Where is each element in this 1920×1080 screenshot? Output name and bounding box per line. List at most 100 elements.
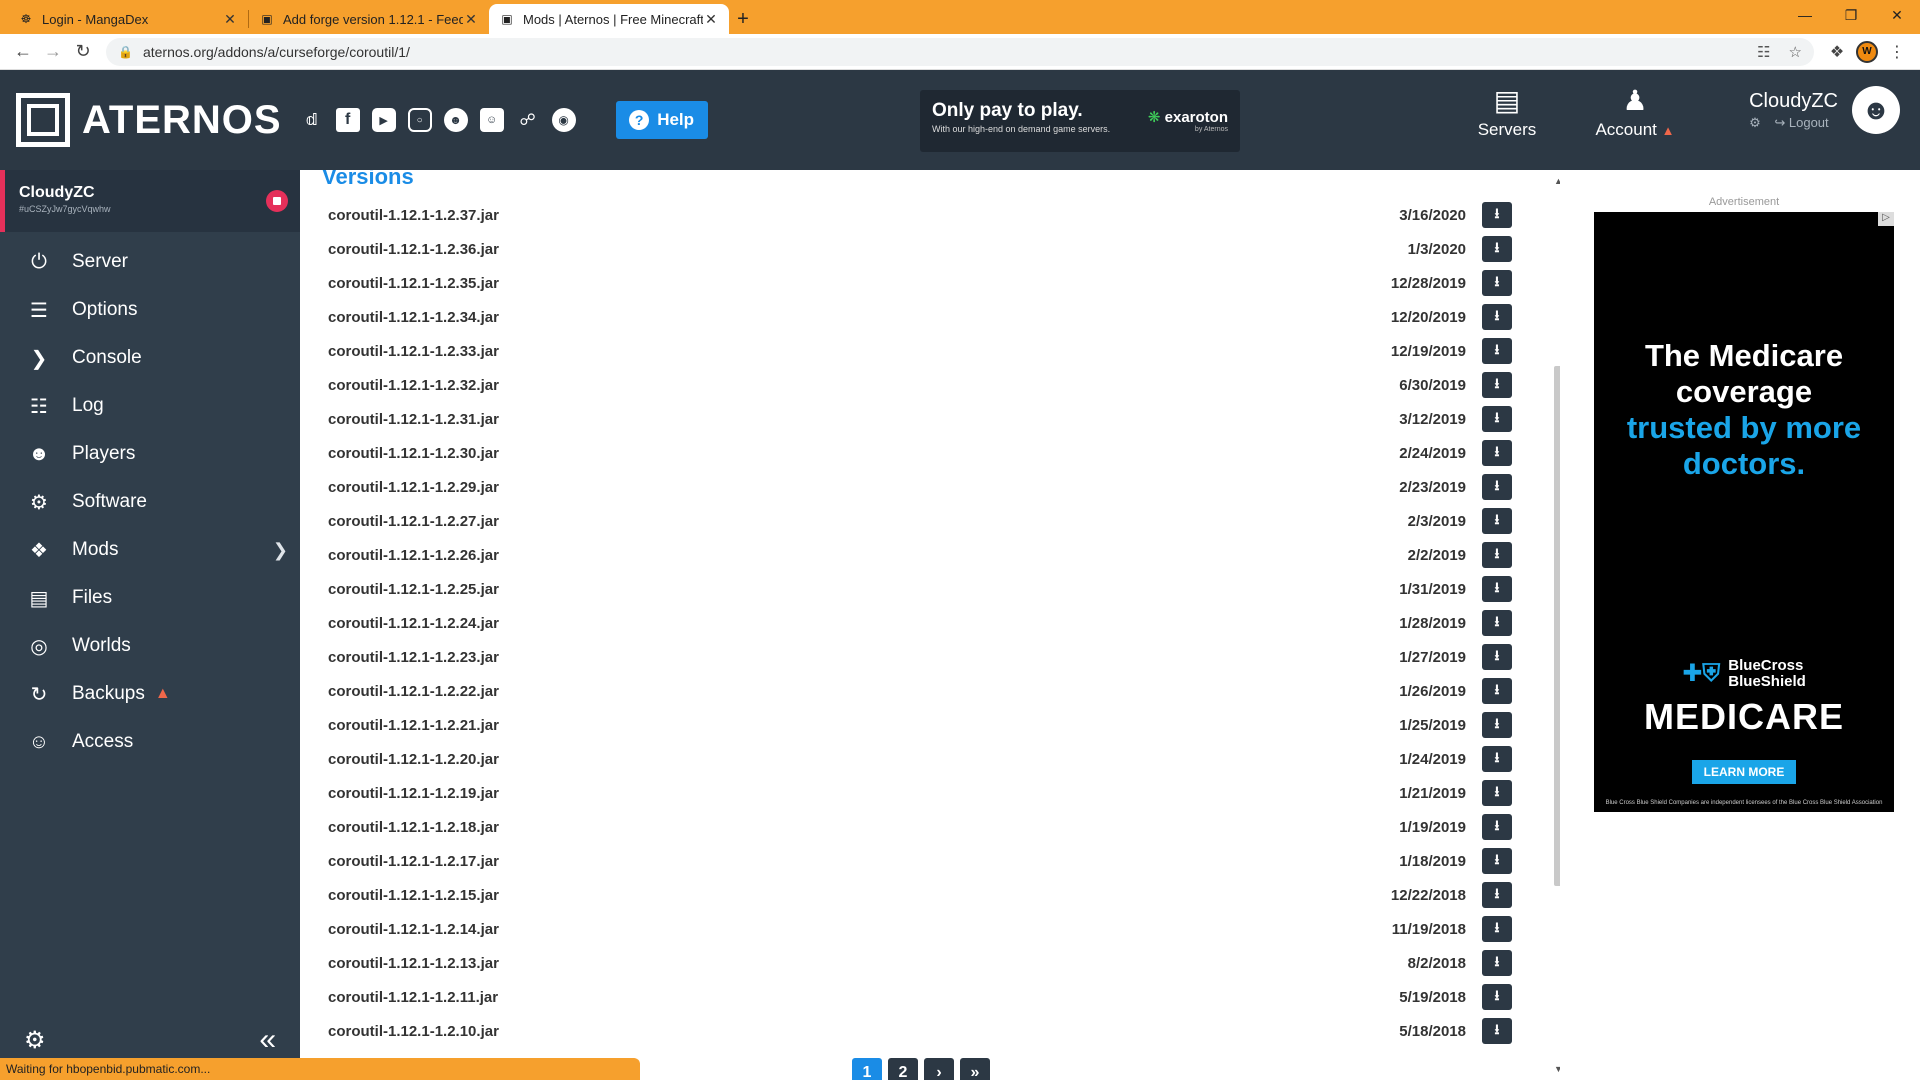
browser-tab[interactable]: ☸ Login - MangaDex ✕ xyxy=(8,4,248,34)
sidebar-item-backups[interactable]: ↻ Backups ▲ xyxy=(0,670,300,718)
forward-icon[interactable]: → xyxy=(38,37,68,67)
theme-settings-icon[interactable]: ⚙ xyxy=(24,1026,46,1055)
download-icon[interactable]: ⭳ xyxy=(1482,916,1512,942)
user-menu[interactable]: CloudyZC ⚙ ↪ Logout ☻ xyxy=(1749,86,1900,134)
help-button[interactable]: ? Help xyxy=(615,101,708,139)
sidebar-item-options[interactable]: ☰ Options xyxy=(0,286,300,334)
user-avatar-icon[interactable]: ☻ xyxy=(1852,86,1900,134)
close-window-icon[interactable]: ✕ xyxy=(1874,0,1920,30)
tab-close-icon[interactable]: ✕ xyxy=(222,11,238,28)
scrollbar-thumb[interactable] xyxy=(1554,366,1560,886)
download-icon[interactable]: ⭳ xyxy=(1482,814,1512,840)
scroll-down-icon[interactable]: ▼ xyxy=(1554,1064,1560,1074)
nav-account[interactable]: ♟ Account ▲ xyxy=(1590,80,1680,140)
sidebar-item-players[interactable]: ☻ Players xyxy=(0,430,300,478)
kebab-menu-icon[interactable]: ⋮ xyxy=(1882,37,1912,67)
server-name: CloudyZC xyxy=(19,184,95,201)
tab-title: Login - MangaDex xyxy=(42,11,149,27)
instagram-icon[interactable]: ○ xyxy=(407,108,432,132)
extensions-puzzle-icon[interactable]: ❖ xyxy=(1822,37,1852,67)
youtube-icon[interactable]: ▶ xyxy=(371,108,396,132)
download-icon[interactable]: ⭳ xyxy=(1482,236,1512,262)
download-icon[interactable]: ⭳ xyxy=(1482,712,1512,738)
sidebar-item-files[interactable]: ▤ Files xyxy=(0,574,300,622)
profile-avatar[interactable]: W xyxy=(1852,37,1882,67)
discord-icon[interactable]: ☺ xyxy=(479,108,504,132)
sidebar-item-label: Mods xyxy=(72,539,119,560)
server-card[interactable]: CloudyZC #uCSZyJw7gycVqwhw xyxy=(0,170,300,232)
browser-tab[interactable]: ▣ Mods | Aternos | Free Minecraft S ✕ xyxy=(489,4,729,34)
github-icon[interactable]: ◉ xyxy=(551,108,576,132)
facebook-icon[interactable]: f xyxy=(335,108,360,132)
history-icon: ↻ xyxy=(30,683,48,706)
adchoices-icon[interactable]: ▷ xyxy=(1878,212,1894,226)
download-icon[interactable]: ⭳ xyxy=(1482,780,1512,806)
tab-strip: ☸ Login - MangaDex ✕ ▣ Add forge version 1.1… xyxy=(0,4,729,34)
tab-close-icon[interactable]: ✕ xyxy=(463,11,479,28)
logo-text: ATERNOS xyxy=(82,97,282,142)
download-icon[interactable]: ⭳ xyxy=(1482,202,1512,228)
download-icon[interactable]: ⭳ xyxy=(1482,644,1512,670)
minimize-icon[interactable]: — xyxy=(1782,0,1828,30)
download-icon[interactable]: ⭳ xyxy=(1482,950,1512,976)
sidebar-item-console[interactable]: ❯ Console xyxy=(0,334,300,382)
scroll-up-icon[interactable]: ▲ xyxy=(1554,176,1560,186)
sidebar-item-server[interactable]: ⏻ Server xyxy=(0,238,300,286)
url-input[interactable]: 🔒 aternos.org/addons/a/curseforge/corout… xyxy=(106,37,1814,66)
download-icon[interactable]: ⭳ xyxy=(1482,882,1512,908)
sidebar-item-access[interactable]: ☺ Access xyxy=(0,718,300,766)
version-date: 8/2/2018 xyxy=(1407,954,1466,972)
download-icon[interactable]: ⭳ xyxy=(1482,678,1512,704)
page-1-button[interactable]: 1 xyxy=(852,1058,882,1080)
sidebar-item-log[interactable]: ☷ Log xyxy=(0,382,300,430)
version-date: 12/20/2019 xyxy=(1390,308,1466,326)
download-icon[interactable]: ⭳ xyxy=(1482,474,1512,500)
download-icon[interactable]: ⭳ xyxy=(1482,984,1512,1010)
version-filename: coroutil-1.12.1-1.2.22.jar xyxy=(328,682,499,700)
sidebar-item-worlds[interactable]: ◎ Worlds xyxy=(0,622,300,670)
translate-icon[interactable]: ☷ xyxy=(1757,43,1770,61)
sidebar-item-software[interactable]: ⚙ Software xyxy=(0,478,300,526)
ad-learn-more-button[interactable]: LEARN MORE xyxy=(1691,760,1797,784)
download-icon[interactable]: ⭳ xyxy=(1482,372,1512,398)
twitter-icon[interactable]: 𝕕 xyxy=(300,108,324,132)
version-filename: coroutil-1.12.1-1.2.21.jar xyxy=(328,716,499,734)
sidebar-item-mods[interactable]: ❖ Mods ❯ xyxy=(0,526,300,574)
version-date: 1/18/2019 xyxy=(1399,852,1466,870)
download-icon[interactable]: ⭳ xyxy=(1482,610,1512,636)
download-icon[interactable]: ⭳ xyxy=(1482,338,1512,364)
collapse-sidebar-icon[interactable]: « xyxy=(259,1023,276,1057)
aternos-logo[interactable]: ATERNOS xyxy=(16,93,282,147)
download-icon[interactable]: ⭳ xyxy=(1482,508,1512,534)
version-date: 5/18/2018 xyxy=(1399,1022,1466,1040)
restore-icon[interactable]: ❐ xyxy=(1828,0,1874,30)
download-icon[interactable]: ⭳ xyxy=(1482,746,1512,772)
download-icon[interactable]: ⭳ xyxy=(1482,576,1512,602)
logout-link[interactable]: Logout xyxy=(1789,115,1829,130)
page-last-button[interactable]: » xyxy=(960,1058,990,1080)
browser-tab[interactable]: ▣ Add forge version 1.12.1 - Feedb ✕ xyxy=(249,4,489,34)
download-icon[interactable]: ⭳ xyxy=(1482,406,1512,432)
exaroton-promo-banner[interactable]: Only pay to play. With our high-end on d… xyxy=(920,90,1240,152)
tab-close-icon[interactable]: ✕ xyxy=(703,11,719,28)
scrollbar[interactable]: ▲ ▼ xyxy=(1552,176,1560,1076)
back-icon[interactable]: ← xyxy=(8,37,38,67)
download-icon[interactable]: ⭳ xyxy=(1482,270,1512,296)
download-icon[interactable]: ⭳ xyxy=(1482,542,1512,568)
reload-icon[interactable]: ↻ xyxy=(68,37,98,67)
teamspeak-icon[interactable]: ☍ xyxy=(516,108,540,132)
bookmark-star-icon[interactable]: ☆ xyxy=(1789,43,1802,61)
page-next-button[interactable]: › xyxy=(924,1058,954,1080)
download-icon[interactable]: ⭳ xyxy=(1482,848,1512,874)
page-2-button[interactable]: 2 xyxy=(888,1058,918,1080)
settings-gear-icon[interactable]: ⚙ xyxy=(1749,115,1761,130)
download-icon[interactable]: ⭳ xyxy=(1482,440,1512,466)
download-icon[interactable]: ⭳ xyxy=(1482,1018,1512,1044)
download-icon[interactable]: ⭳ xyxy=(1482,304,1512,330)
reddit-icon[interactable]: ☻ xyxy=(443,108,468,132)
sidebar-item-label: Players xyxy=(72,443,136,464)
nav-servers[interactable]: ▤ Servers xyxy=(1462,80,1552,140)
sidebar-item-label: Software xyxy=(72,491,147,512)
advertisement[interactable]: ▷ The Medicare coverage trusted by more … xyxy=(1594,212,1894,812)
new-tab-button[interactable]: + xyxy=(729,4,757,34)
